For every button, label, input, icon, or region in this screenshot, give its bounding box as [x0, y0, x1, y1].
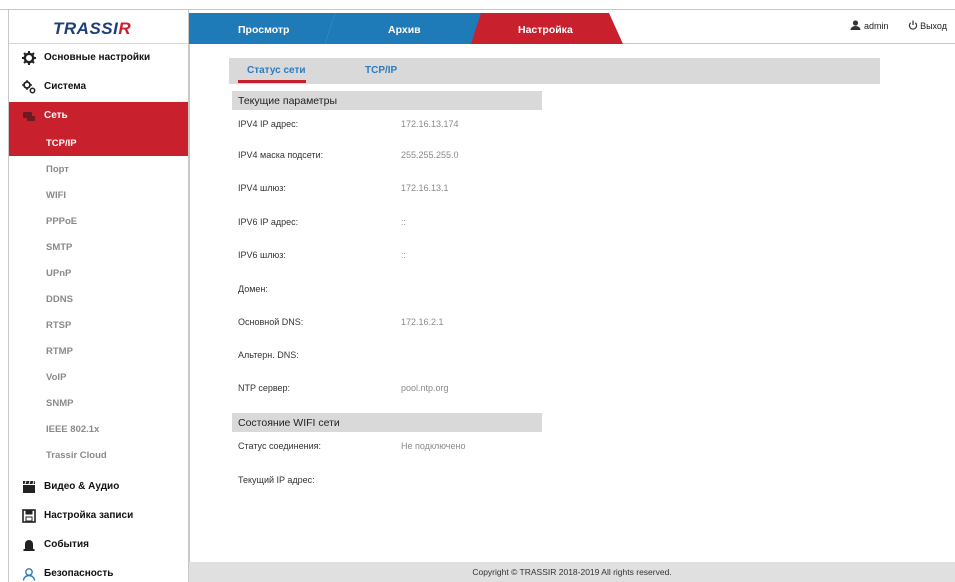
user-icon: [850, 20, 861, 32]
sidebar-item-label: Сеть: [44, 110, 68, 121]
sidebar: TRASSIR Основные настройки Система Сеть: [8, 10, 189, 582]
tab-settings[interactable]: Настройка: [459, 13, 623, 44]
param-label: Текущий IP адрес:: [238, 475, 315, 485]
param-value: Не подключено: [401, 441, 466, 451]
param-row: NTP сервер: pool.ntp.org: [238, 383, 638, 397]
sidebar-subitem-port[interactable]: Порт: [9, 156, 188, 182]
param-label: Основной DNS:: [238, 317, 304, 327]
param-label: IPV6 IP адрес:: [238, 217, 299, 227]
logout-link[interactable]: Выход: [920, 21, 947, 31]
gear-icon: [22, 51, 36, 65]
sidebar-item-label: События: [44, 539, 89, 550]
copyright-text: Copyright © TRASSIR 2018-2019 All rights…: [472, 567, 672, 577]
app-frame: TRASSIR Основные настройки Система Сеть: [0, 0, 955, 582]
sidebar-subitem-wifi[interactable]: WIFI: [9, 182, 188, 208]
sidebar-subitem-ddns[interactable]: DDNS: [9, 286, 188, 312]
section-wifi-status: Состояние WIFI сети: [232, 413, 542, 432]
sidebar-subitem-snmp[interactable]: SNMP: [9, 390, 188, 416]
sidebar-item-recording-settings[interactable]: Настройка записи: [9, 502, 188, 530]
subtab-tcpip[interactable]: TCP/IP: [365, 65, 397, 76]
sidebar-item-video-audio[interactable]: Видео & Аудио: [9, 473, 188, 501]
logo-accent: R: [118, 19, 132, 38]
param-label: IPV4 маска подсети:: [238, 150, 324, 160]
logo: TRASSIR: [9, 10, 188, 44]
sidebar-subitem-voip[interactable]: VoIP: [9, 364, 188, 390]
wifi-row: Статус соединения: Не подключено: [238, 441, 638, 455]
main-panel: Статус сети TCP/IP Текущие параметры IPV…: [189, 44, 955, 562]
sidebar-subitem-smtp[interactable]: SMTP: [9, 234, 188, 260]
param-row: IPV4 шлюз: 172.16.13.1: [238, 183, 638, 197]
param-value: 172.16.13.174: [401, 119, 459, 129]
sidebar-subitem-pppoe[interactable]: PPPoE: [9, 208, 188, 234]
sidebar-item-security[interactable]: Безопасность: [9, 560, 188, 582]
sidebar-subitem-upnp[interactable]: UPnP: [9, 260, 188, 286]
param-row: IPV4 IP адрес: 172.16.13.174: [238, 119, 638, 133]
user-area: admin Выход: [850, 20, 947, 32]
param-label: IPV6 шлюз:: [238, 250, 286, 260]
wifi-row: Текущий IP адрес:: [238, 475, 638, 489]
logo-text: TRASSI: [53, 19, 119, 38]
tab-label: Настройка: [518, 24, 573, 36]
param-value: pool.ntp.org: [401, 383, 449, 393]
param-value: 255.255.255.0: [401, 150, 459, 160]
sidebar-subitem-rtmp[interactable]: RTMP: [9, 338, 188, 364]
tab-label: Архив: [388, 24, 421, 36]
param-row: IPV6 IP адрес: ::: [238, 217, 638, 231]
param-value: ::: [401, 217, 407, 227]
tab-archive[interactable]: Архив: [313, 13, 483, 44]
sidebar-item-label: Система: [44, 81, 87, 92]
param-label: Альтерн. DNS:: [238, 350, 299, 360]
sidebar-item-label: Видео & Аудио: [44, 481, 120, 492]
sidebar-subitem-trassir-cloud[interactable]: Trassir Cloud: [9, 442, 188, 468]
footer: Copyright © TRASSIR 2018-2019 All rights…: [189, 562, 955, 582]
subtab-bar: Статус сети TCP/IP: [229, 58, 880, 84]
param-row: IPV4 маска подсети: 255.255.255.0: [238, 150, 638, 164]
param-label: NTP сервер:: [238, 383, 291, 393]
sidebar-subitem-ieee8021x[interactable]: IEEE 802.1x: [9, 416, 188, 442]
sidebar-item-network[interactable]: Сеть: [9, 102, 188, 130]
sidebar-item-label: Безопасность: [44, 568, 114, 579]
sidebar-item-events[interactable]: События: [9, 531, 188, 559]
sidebar-subitem-rtsp[interactable]: RTSP: [9, 312, 188, 338]
subtab-network-status[interactable]: Статус сети: [247, 65, 306, 76]
network-icon: [23, 112, 35, 121]
tab-label: Просмотр: [238, 24, 290, 36]
sidebar-item-label: Основные настройки: [44, 52, 151, 63]
param-row: Основной DNS: 172.16.2.1: [238, 317, 638, 331]
param-value: 172.16.13.1: [401, 183, 449, 193]
clapperboard-icon: [23, 480, 35, 493]
param-label: IPV4 IP адрес:: [238, 119, 299, 129]
floppy-icon: [22, 509, 36, 523]
param-value: 172.16.2.1: [401, 317, 444, 327]
section-current-params: Текущие параметры: [232, 91, 542, 110]
param-label: Домен:: [238, 284, 268, 294]
param-value: ::: [401, 250, 407, 260]
active-subtab-indicator: [238, 80, 306, 83]
sidebar-subitem-tcpip[interactable]: TCP/IP: [9, 130, 188, 156]
param-label: Статус соединения:: [238, 441, 321, 451]
sidebar-item-label: Настройка записи: [44, 510, 134, 521]
param-row: Домен:: [238, 284, 638, 298]
param-label: IPV4 шлюз:: [238, 183, 286, 193]
user-icon: [22, 568, 36, 581]
sidebar-item-system[interactable]: Система: [9, 73, 188, 101]
param-row: IPV6 шлюз: ::: [238, 250, 638, 264]
top-nav: Просмотр Архив Настройка admin Выход: [189, 10, 955, 44]
user-name[interactable]: admin: [864, 21, 889, 31]
gears-icon: [22, 80, 36, 94]
power-icon[interactable]: [908, 20, 918, 32]
sidebar-item-basic-settings[interactable]: Основные настройки: [9, 44, 188, 72]
alarm-icon: [23, 540, 35, 551]
param-row: Альтерн. DNS:: [238, 350, 638, 364]
